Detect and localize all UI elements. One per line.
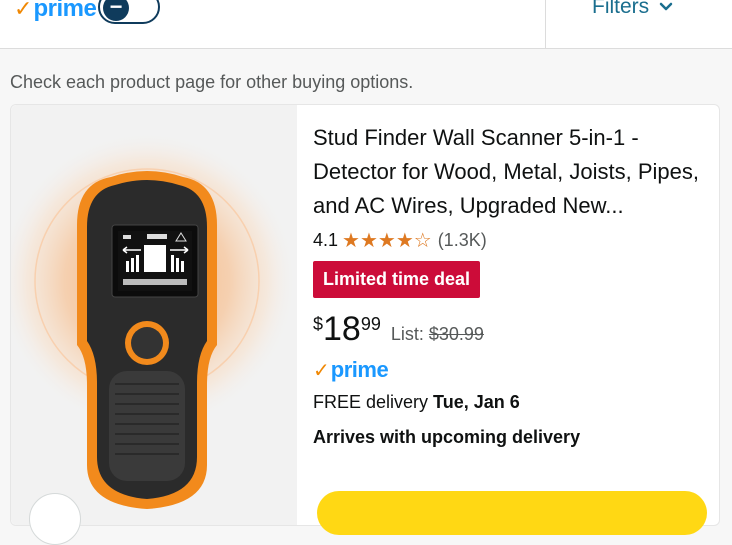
filters-button[interactable]: Filters — [592, 0, 673, 22]
divider — [545, 0, 546, 48]
list-price: $30.99 — [428, 324, 484, 344]
prime-badge: ✓ prime — [313, 356, 713, 384]
filters-label: Filters — [592, 0, 650, 18]
arrives-text: Arrives with upcoming delivery — [313, 427, 581, 447]
prime-wordmark: prime — [330, 357, 389, 382]
price: $ 18 99 List: $30.99 — [313, 310, 713, 350]
prime-check-icon: ✓ — [313, 359, 330, 382]
prime-wordmark: prime — [33, 0, 97, 22]
add-to-cart-button[interactable] — [317, 491, 707, 535]
product-image[interactable] — [11, 105, 297, 525]
delivery-date: Tue, Jan 6 — [433, 392, 520, 412]
prime-logo: ✓ prime — [14, 0, 97, 24]
rating-value: 4.1 — [313, 229, 339, 250]
prime-toggle[interactable]: − — [98, 0, 160, 24]
list-price-label: List: — [390, 324, 424, 344]
price-currency: $ — [313, 314, 324, 334]
add-to-list-button[interactable] — [29, 493, 81, 545]
filter-bar: ✓ prime − Filters — [0, 0, 732, 49]
rating-row[interactable]: 4.1 ★★★★☆ (1.3K) — [313, 227, 713, 253]
delivery-prefix: FREE delivery — [313, 392, 429, 412]
product-info: Stud Finder Wall Scanner 5-in-1 - Detect… — [313, 121, 713, 448]
minus-icon: − — [103, 0, 129, 21]
chevron-down-icon — [659, 2, 673, 11]
limited-time-deal-badge: Limited time deal — [313, 261, 481, 298]
delivery-info: FREE delivery Tue, Jan 6 — [313, 392, 713, 413]
prime-check-icon: ✓ — [14, 0, 33, 21]
buying-options-notice: Check each product page for other buying… — [10, 72, 414, 92]
price-fraction: 99 — [360, 314, 381, 334]
product-card[interactable]: Stud Finder Wall Scanner 5-in-1 - Detect… — [10, 104, 720, 545]
review-count: (1.3K) — [437, 229, 487, 250]
product-title[interactable]: Stud Finder Wall Scanner 5-in-1 - Detect… — [313, 121, 708, 223]
star-rating-icon: ★★★★☆ — [342, 229, 432, 252]
price-whole: 18 — [323, 310, 361, 348]
stud-finder-image — [11, 131, 297, 509]
